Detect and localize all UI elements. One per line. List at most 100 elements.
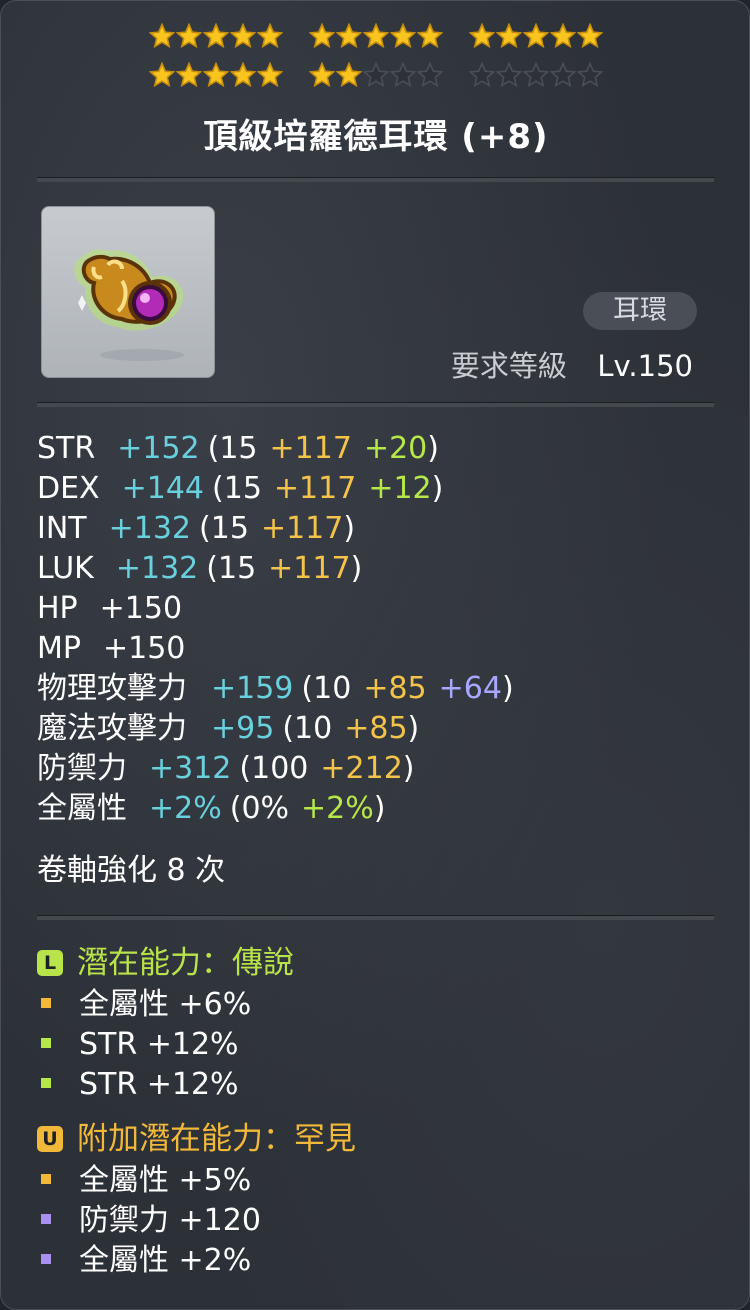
stat-paren: (	[206, 551, 218, 586]
stat-extra-bonus: +64	[438, 671, 502, 706]
stat-label: 防禦力	[37, 751, 127, 786]
required-level-label: 要求等級	[450, 349, 567, 383]
stat-row: INT +132 (15 +117)	[37, 509, 355, 549]
stat-label: 魔法攻擊力	[37, 711, 187, 746]
star-empty-icon	[417, 62, 443, 88]
additional-potential-title: 附加潛在能力：罕見	[77, 1121, 356, 1157]
potential-line: 防禦力 +120	[41, 1201, 261, 1241]
star-empty-icon	[523, 62, 549, 88]
stat-total: +132	[108, 511, 192, 546]
stat-total: +95	[211, 711, 275, 746]
required-level: 要求等級 Lv.150	[451, 343, 693, 385]
star-empty-icon	[550, 62, 576, 88]
stat-paren: )	[373, 791, 386, 826]
stat-paren: (	[229, 791, 242, 826]
star-filled-icon	[523, 23, 549, 49]
stat-total: +2%	[149, 791, 222, 826]
stat-row: STR +152 (15 +117 +20)	[37, 429, 439, 469]
star-filled-icon	[417, 23, 443, 49]
potential-line-text: 防禦力 +120	[79, 1203, 261, 1238]
star-filled-icon	[149, 23, 175, 49]
stat-paren: )	[350, 551, 363, 586]
potential-line: 全屬性 +6%	[41, 985, 251, 1025]
stat-total: +152	[117, 431, 200, 466]
stat-label: LUK	[37, 551, 94, 586]
star-empty-icon	[363, 62, 389, 88]
divider	[37, 402, 714, 407]
stat-paren: )	[501, 671, 514, 706]
item-tooltip: 頂級培羅德耳環 (+8) 耳環 要求等級 Lv.150 STR +152 (15 +1…	[0, 0, 750, 1310]
stat-paren: (	[212, 471, 224, 506]
stat-paren: (	[239, 751, 252, 786]
star-filled-icon	[496, 23, 522, 49]
stat-base: 15	[217, 551, 257, 586]
additional-potential-header: U 附加潛在能力：罕見	[37, 1119, 356, 1159]
stat-scroll-bonus: +2%	[301, 791, 374, 826]
stat-row: 防禦力 +312 (100 +212)	[37, 749, 415, 789]
star-filled-icon	[336, 62, 362, 88]
potential-title: 潛在能力：傳說	[77, 945, 294, 981]
star-filled-icon	[230, 23, 256, 49]
star-empty-icon	[469, 62, 495, 88]
stat-base: 15	[210, 511, 249, 546]
star-filled-icon	[336, 23, 362, 49]
stat-label: HP	[37, 591, 78, 626]
stat-label: MP	[37, 631, 81, 666]
stat-paren: (	[207, 431, 220, 466]
star-filled-icon	[176, 23, 202, 49]
star-filled-icon	[309, 62, 335, 88]
potential-line-text: 全屬性 +2%	[79, 1243, 252, 1278]
stat-row: LUK +132 (15 +117)	[37, 549, 362, 589]
stat-label: 物理攻擊力	[37, 671, 187, 706]
stat-total: +159	[211, 671, 294, 706]
stat-extra-bonus: +20	[363, 431, 428, 466]
stat-row: HP +150	[37, 589, 182, 629]
star-filled-icon	[203, 23, 229, 49]
stat-label: STR	[37, 431, 96, 466]
star-filled-icon	[577, 23, 603, 49]
stat-base: 10	[294, 711, 333, 746]
bullet-icon	[41, 1253, 51, 1264]
stat-total: +150	[99, 591, 183, 626]
bullet-icon	[41, 1173, 51, 1184]
stat-total: +312	[149, 751, 232, 786]
required-level-value: Lv.150	[597, 349, 693, 383]
stat-scroll-bonus: +117	[268, 551, 351, 586]
earring-icon	[74, 249, 184, 361]
stat-row: MP +150	[37, 629, 185, 669]
star-filled-icon	[363, 23, 389, 49]
stat-scroll-bonus: +117	[260, 511, 344, 546]
stat-paren: )	[431, 471, 444, 506]
item-name: 頂級培羅德耳環 (+8)	[203, 117, 549, 157]
star-filled-icon	[550, 23, 576, 49]
stat-base: 10	[313, 671, 352, 706]
stat-paren: )	[343, 511, 356, 546]
potential-line-text: 全屬性 +5%	[79, 1163, 252, 1198]
divider	[37, 177, 714, 182]
stat-row: 魔法攻擊力 +95 (10 +85)	[37, 709, 419, 749]
star-filled-icon	[257, 62, 283, 88]
potential-line-text: STR +12%	[79, 1067, 239, 1102]
divider	[37, 915, 714, 920]
stat-paren: (	[282, 711, 295, 746]
stat-scroll-bonus: +117	[273, 471, 357, 506]
bullet-icon	[41, 1037, 51, 1048]
item-type-badge: 耳環	[583, 292, 697, 330]
star-empty-icon	[496, 62, 522, 88]
potential-line-text: 全屬性 +6%	[79, 987, 252, 1022]
potential-line: STR +12%	[41, 1065, 239, 1105]
star-filled-icon	[257, 23, 283, 49]
stat-paren: )	[407, 711, 420, 746]
star-filled-icon	[149, 62, 175, 88]
stat-paren: (	[301, 671, 314, 706]
legendary-grade-icon: L	[37, 949, 63, 976]
star-filled-icon	[309, 23, 335, 49]
star-empty-icon	[390, 62, 416, 88]
star-filled-icon	[390, 23, 416, 49]
stat-extra-bonus: +12	[368, 471, 432, 506]
stat-label: 全屬性	[37, 791, 127, 826]
scroll-upgrade-count: 卷軸強化 8 次	[37, 853, 226, 888]
stat-paren: (	[199, 511, 211, 546]
bullet-icon	[41, 1213, 51, 1224]
potential-line: STR +12%	[41, 1025, 239, 1065]
